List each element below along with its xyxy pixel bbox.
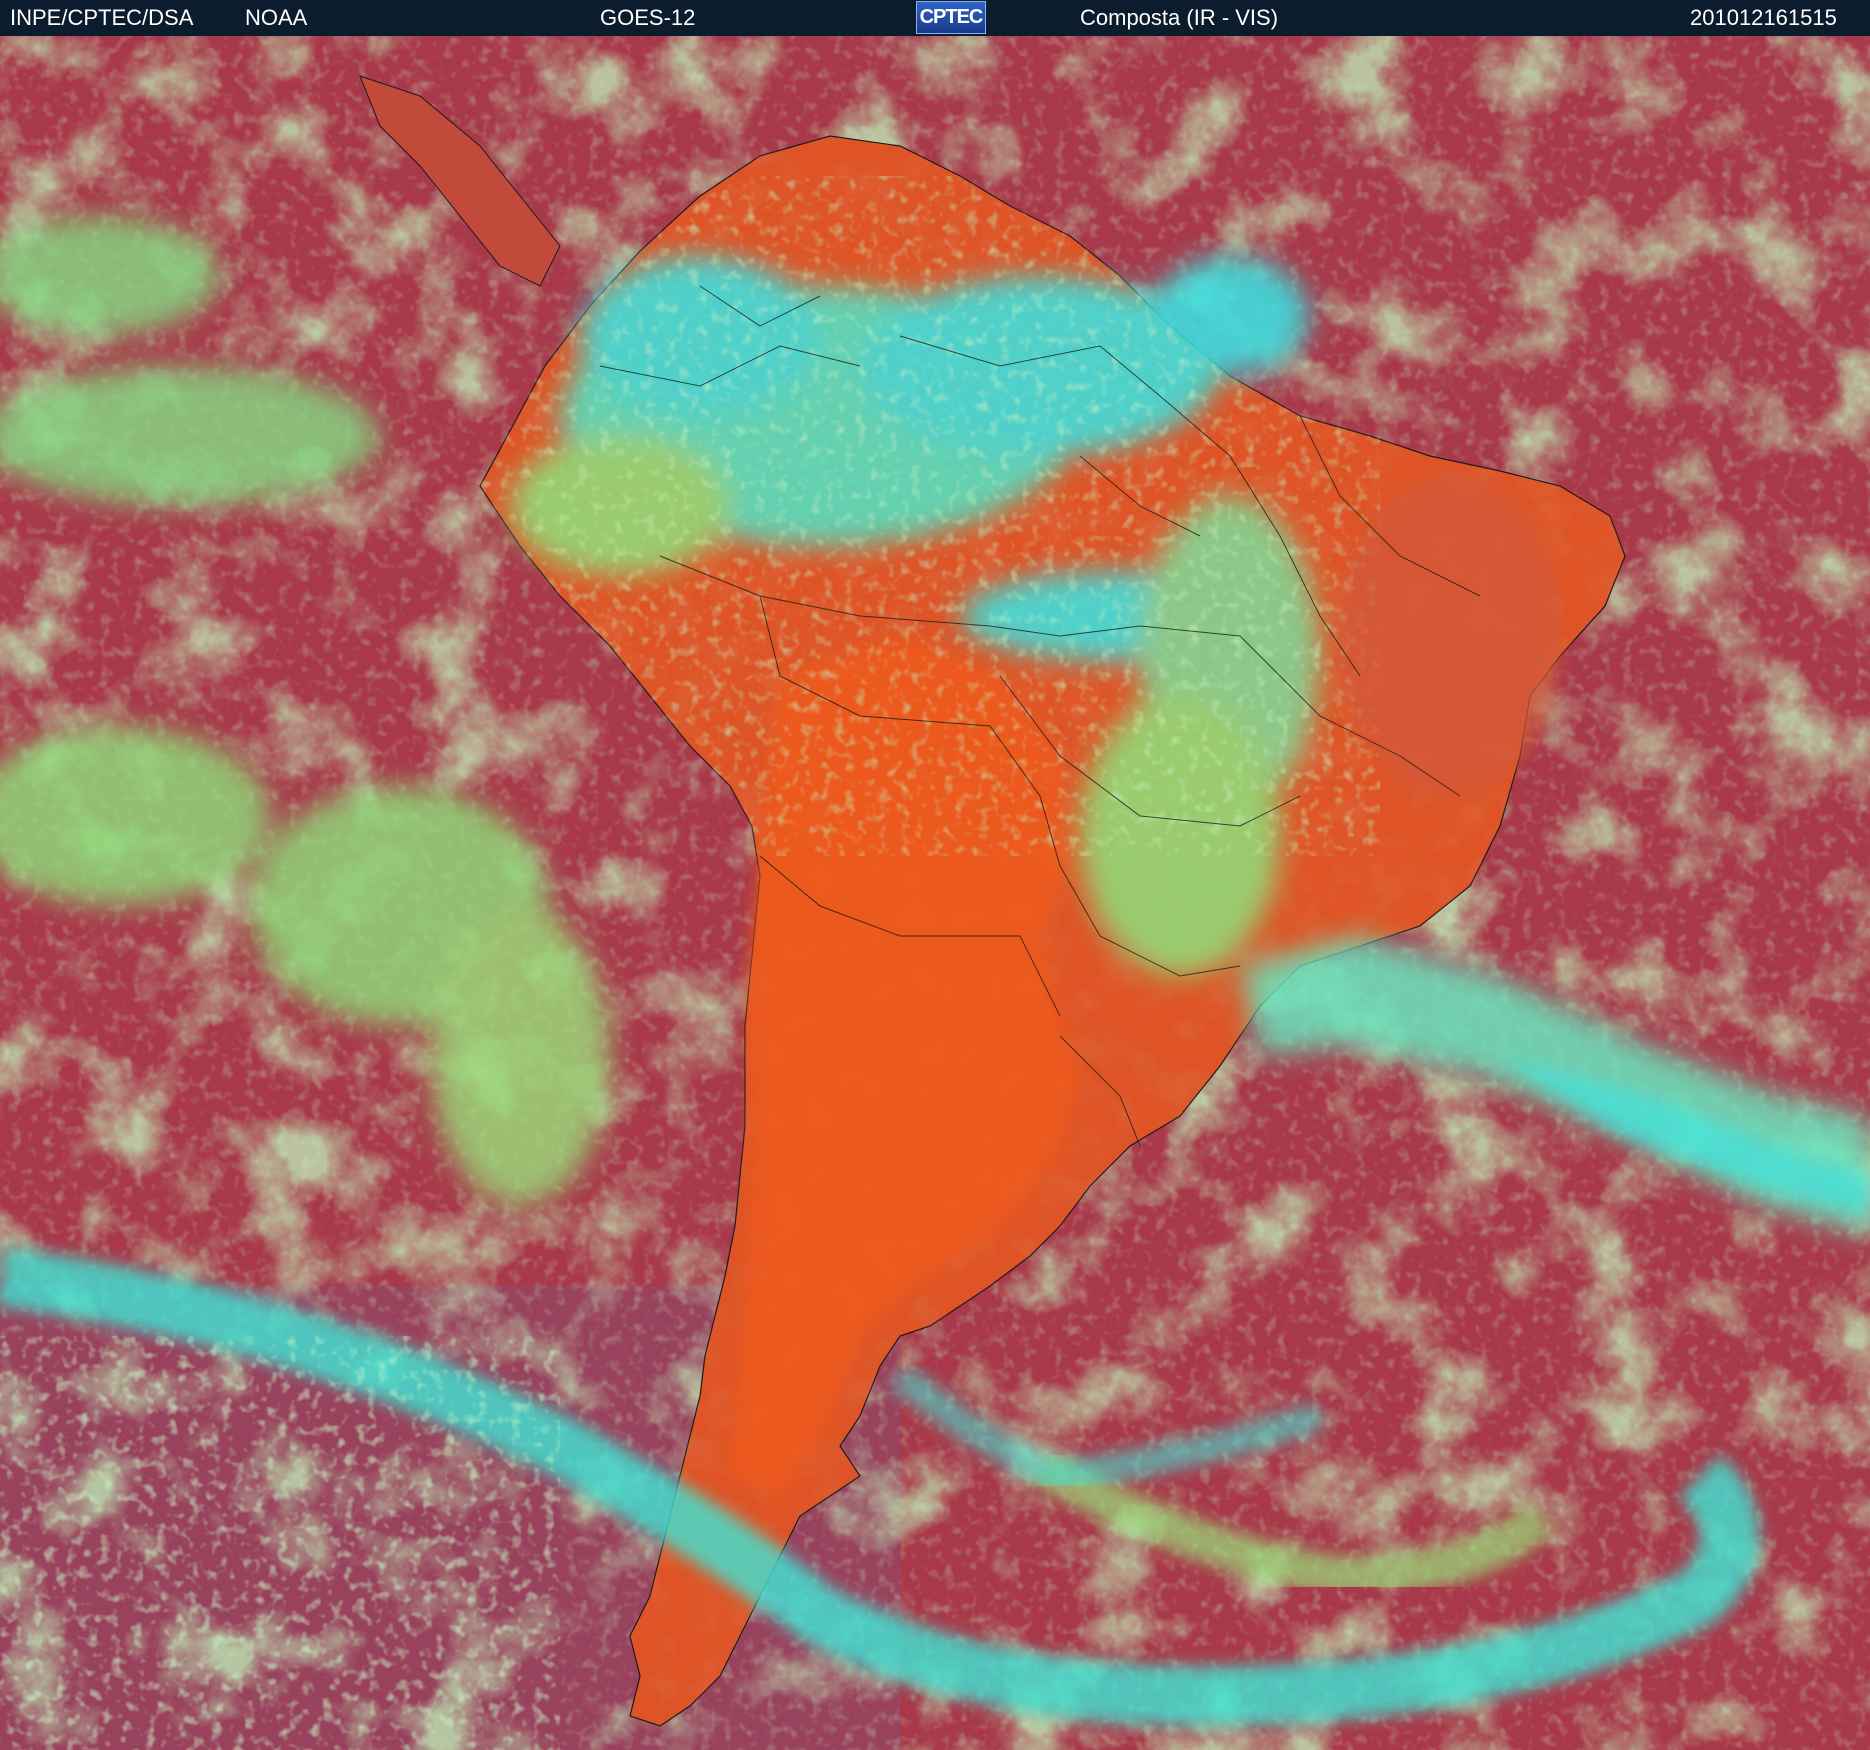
product-label: Composta (IR - VIS) <box>1080 5 1279 30</box>
header-bar: INPE/CPTEC/DSA NOAA GOES-12 CPTEC Compos… <box>0 0 1870 36</box>
source-label: INPE/CPTEC/DSA <box>10 5 194 30</box>
satellite-label: GOES-12 <box>600 5 696 30</box>
agency-label: NOAA <box>245 5 308 30</box>
satellite-image <box>0 36 1870 1750</box>
cptec-logo: CPTEC <box>916 1 986 34</box>
timestamp-label: 201012161515 <box>1690 5 1837 30</box>
